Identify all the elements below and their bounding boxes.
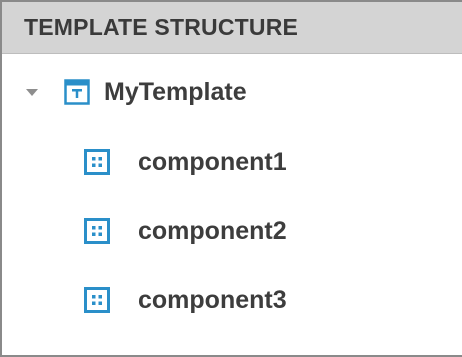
tree-node-label: component3 (138, 285, 287, 314)
component-icon (84, 218, 110, 244)
template-structure-panel: TEMPLATE STRUCTURE MyTemplate component1 (0, 0, 462, 357)
tree-node-mytemplate[interactable]: MyTemplate (26, 72, 247, 112)
panel-header: TEMPLATE STRUCTURE (2, 2, 462, 54)
tree-node-label: MyTemplate (104, 77, 247, 106)
component-icon (84, 287, 110, 313)
panel-title: TEMPLATE STRUCTURE (24, 14, 299, 40)
caret-down-icon[interactable] (26, 88, 38, 96)
tree-node-component3[interactable]: component3 (84, 280, 287, 320)
tree-node-label: component1 (138, 147, 287, 176)
tree-node-component2[interactable]: component2 (84, 211, 287, 251)
component-icon (84, 149, 110, 175)
tree-node-label: component2 (138, 216, 287, 245)
tree-node-component1[interactable]: component1 (84, 142, 287, 182)
template-icon (64, 79, 90, 105)
